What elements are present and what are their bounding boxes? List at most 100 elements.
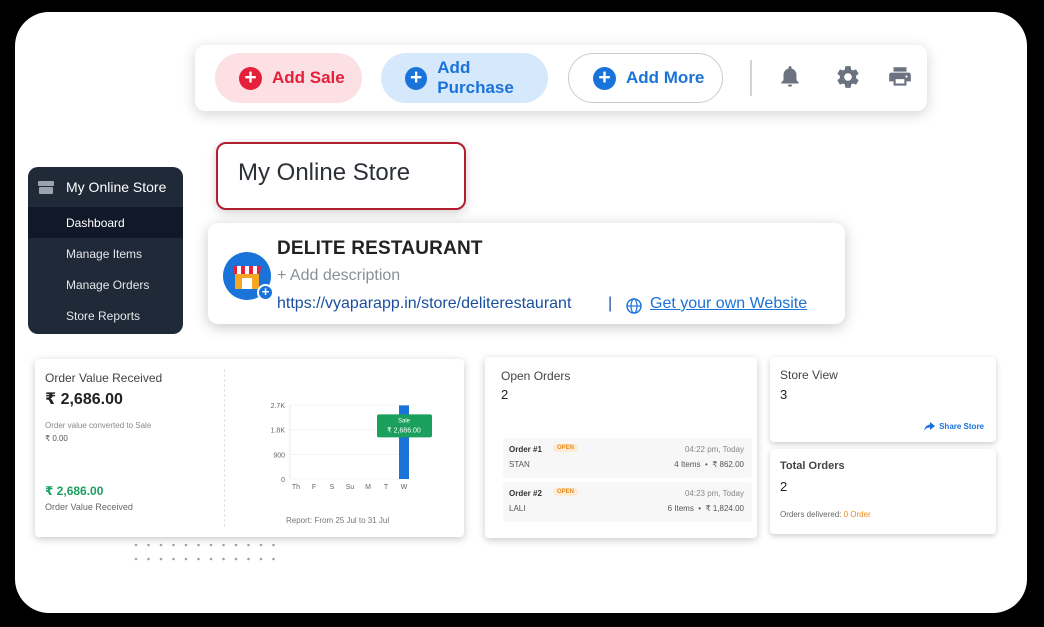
order-time: 04:23 pm, Today (684, 489, 744, 498)
gear-icon[interactable] (835, 64, 861, 90)
store-card: + DELITE RESTAURANT + Add description ht… (208, 223, 845, 324)
tooltip-label: Sale (398, 418, 411, 424)
order-number: Order #1 (509, 445, 542, 454)
decorative-dot (259, 543, 263, 547)
decorative-dot (147, 557, 150, 561)
converted-label: Order value converted to Sale (45, 421, 152, 430)
toolbar-divider (750, 60, 752, 96)
url-separator: | (608, 295, 613, 312)
store-view-count: 3 (780, 387, 788, 402)
delivered-value: 0 Order (843, 510, 871, 519)
order-row[interactable]: Order #1 OPEN 04:22 pm, Today STAN 4 Ite… (503, 438, 752, 478)
order-time: 04:22 pm, Today (684, 445, 744, 454)
printer-icon[interactable] (887, 64, 913, 90)
open-orders-count: 2 (501, 387, 509, 402)
add-photo-icon[interactable]: + (257, 284, 274, 301)
x-tick-label: F (312, 484, 316, 491)
add-more-label: Add More (626, 68, 705, 87)
store-name: DELITE RESTAURANT (277, 238, 483, 259)
sidebar-item-manage-orders[interactable]: Manage Orders (28, 269, 183, 300)
x-tick-label: T (384, 484, 389, 491)
order-amount: ₹ 862.00 (712, 460, 744, 469)
decorative-dot (159, 557, 163, 561)
sidebar-header[interactable]: My Online Store (28, 167, 183, 207)
store-view-title: Store View (780, 368, 838, 382)
add-sale-button[interactable]: + Add Sale (215, 53, 362, 103)
decorative-dot (259, 557, 263, 561)
decorative-dot (184, 557, 188, 561)
decorative-dot (134, 543, 138, 547)
plus-icon: + (239, 66, 262, 90)
converted-value: ₹ 0.00 (45, 434, 68, 443)
decorative-dot (172, 557, 175, 561)
y-tick-label: 900 (273, 452, 285, 459)
bell-icon[interactable] (777, 64, 803, 90)
status-badge: OPEN (553, 488, 579, 496)
decorative-dot (247, 543, 250, 547)
total-orders-card: Total Orders 2 Orders delivered: 0 Order (770, 449, 996, 534)
get-website-link[interactable]: Get your own Website (650, 295, 807, 313)
delivered-label: Orders delivered: (780, 510, 842, 519)
y-tick-label: 1.8K (271, 428, 286, 435)
share-icon (924, 422, 936, 431)
y-tick-label: 2.7K (271, 403, 286, 410)
x-tick-label: W (401, 484, 408, 491)
globe-icon (626, 298, 642, 314)
shop-icon (233, 266, 261, 289)
decorative-dot (197, 543, 200, 547)
received-label: Order Value Received (45, 502, 133, 512)
decorative-dot (272, 557, 275, 561)
decorative-dot (134, 557, 138, 561)
order-number: Order #2 (509, 489, 542, 498)
store-avatar[interactable]: + (223, 252, 274, 301)
store-icon (38, 180, 54, 194)
plus-icon: + (405, 66, 428, 90)
sidebar-item-dashboard[interactable]: Dashboard (28, 207, 183, 238)
x-tick-label: S (330, 484, 335, 491)
share-store-label: Share Store (939, 422, 984, 431)
item-count: 4 Items (674, 460, 701, 469)
order-chart: 2.7K 1.8K 900 0 Th F S Su M T W Sale ₹ 2,686.00 (271, 403, 432, 491)
decorative-dot (209, 557, 213, 561)
order-value-amount: ₹ 2,686.00 (45, 391, 123, 408)
store-view-card: Store View 3 Share Store (770, 357, 996, 442)
decorative-dots (134, 543, 275, 561)
item-count: 6 Items (667, 504, 694, 513)
decorative-dot (234, 557, 238, 561)
decorative-dot (209, 543, 213, 547)
decorative-dot (222, 557, 225, 561)
decorative-dot (234, 543, 238, 547)
card-divider (224, 369, 225, 527)
open-orders-card: Open Orders 2 Order #1 OPEN 04:22 pm, To… (485, 357, 757, 538)
top-toolbar: + Add Sale + Add Purchase + Add More (195, 45, 927, 111)
order-row[interactable]: Order #2 OPEN 04:23 pm, Today LALI 6 Ite… (503, 482, 752, 522)
orders-delivered: Orders delivered: 0 Order (780, 510, 871, 519)
total-orders-count: 2 (780, 479, 788, 494)
status-badge: OPEN (553, 444, 579, 452)
sidebar-header-label: My Online Store (66, 179, 167, 195)
share-store-button[interactable]: Share Store (924, 422, 984, 431)
total-orders-title: Total Orders (780, 460, 845, 472)
customer-name: LALI (509, 504, 526, 513)
x-tick-label: M (365, 484, 371, 491)
page-title: My Online Store (216, 142, 466, 210)
plus-icon: + (593, 66, 616, 90)
decorative-dot (147, 543, 150, 547)
order-summary: 6 Items • ₹ 1,824.00 (667, 504, 744, 513)
store-url-link[interactable]: https://vyaparapp.in/store/deliterestaur… (277, 295, 571, 313)
add-purchase-label: Add Purchase (437, 58, 514, 97)
add-description-link[interactable]: + Add description (277, 267, 400, 285)
report-range: Report: From 25 Jul to 31 Jul (286, 516, 390, 525)
decorative-dot (184, 543, 188, 547)
tooltip-value: ₹ 2,686.00 (387, 426, 421, 434)
add-more-button[interactable]: + Add More (568, 53, 723, 103)
sidebar-item-manage-items[interactable]: Manage Items (28, 238, 183, 269)
decorative-dot (272, 543, 275, 547)
customer-name: STAN (509, 460, 530, 469)
x-tick-label: Th (292, 484, 300, 491)
x-tick-label: Su (346, 484, 355, 491)
add-purchase-button[interactable]: + Add Purchase (381, 53, 548, 103)
decorative-dot (222, 543, 225, 547)
sidebar-item-store-reports[interactable]: Store Reports (28, 300, 183, 331)
add-sale-label: Add Sale (272, 68, 345, 87)
